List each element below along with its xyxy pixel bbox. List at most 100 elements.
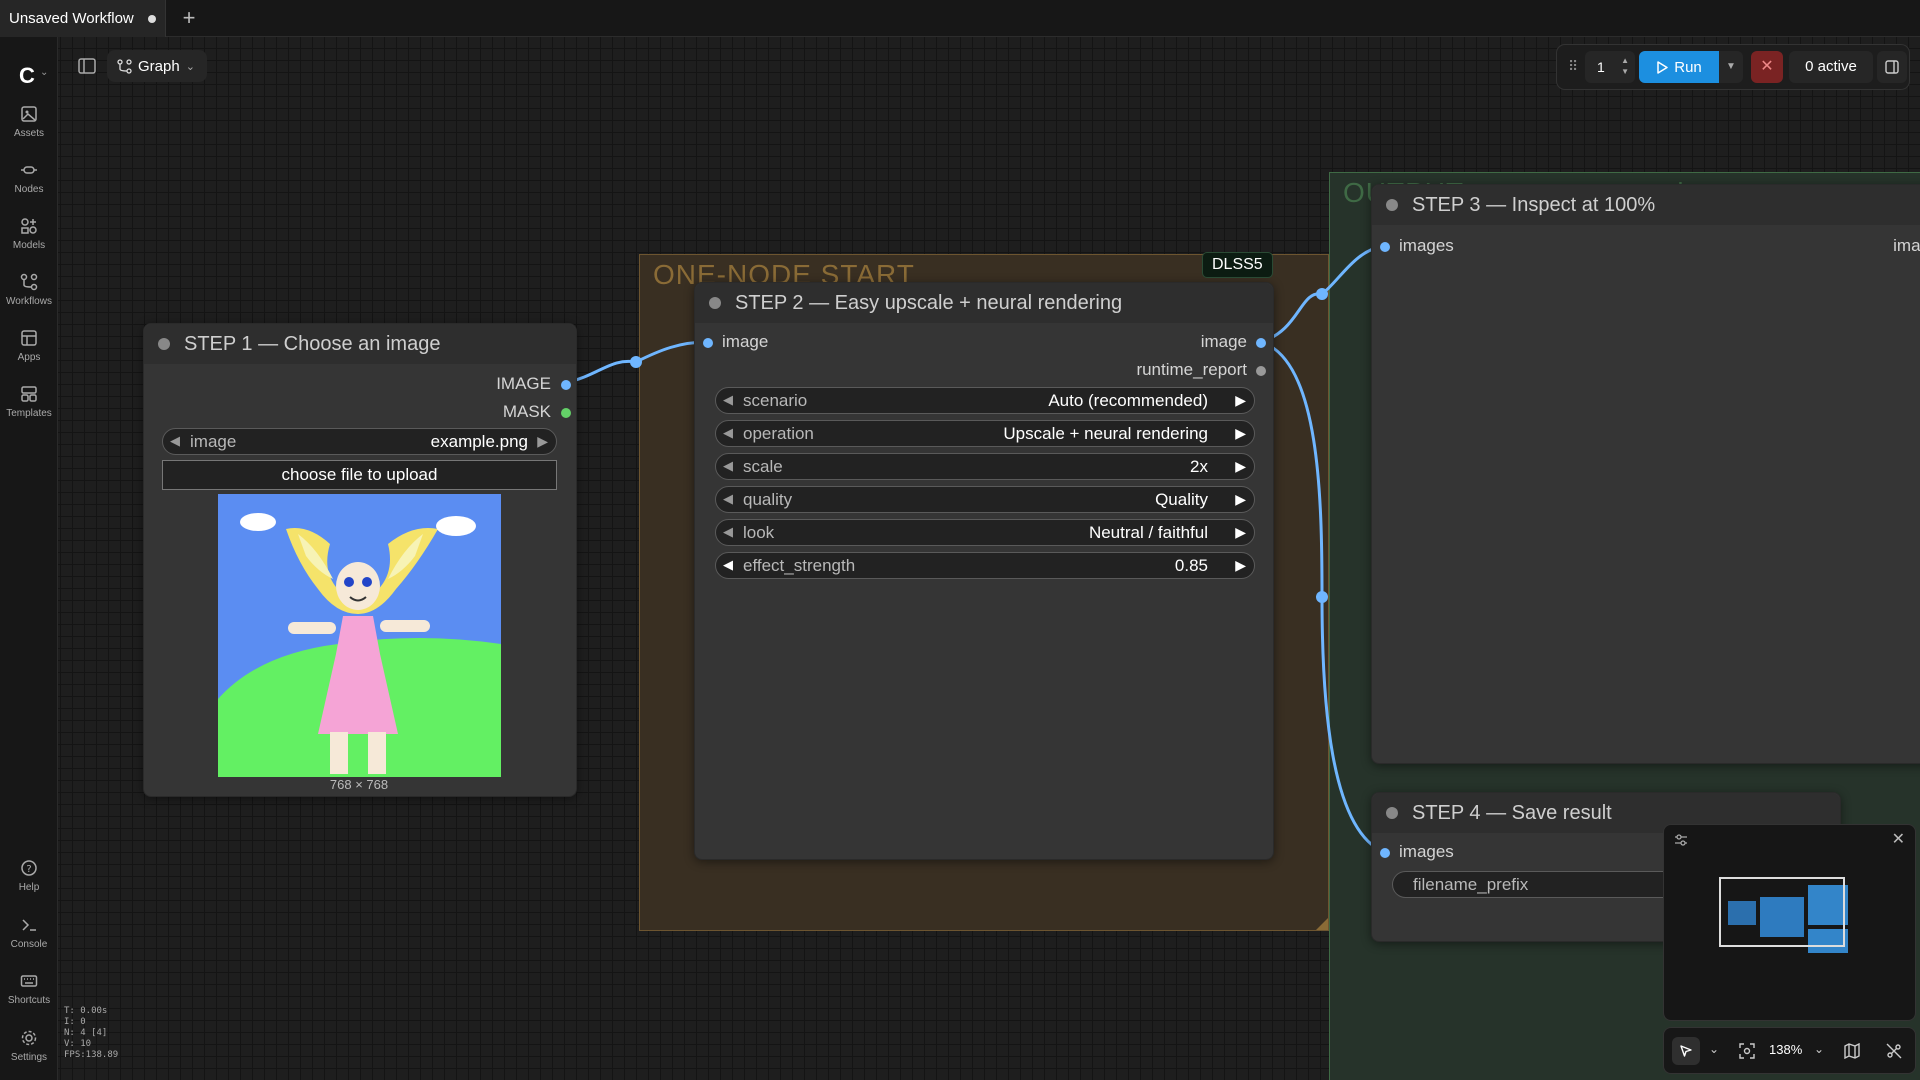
batch-count-input[interactable]: 1 ▲ ▼ (1585, 51, 1635, 83)
image-icon (21, 106, 37, 122)
tab-bar: Unsaved Workflow + (0, 0, 1920, 37)
drag-handle-icon[interactable]: ⠿ (1568, 58, 1578, 75)
node-step2[interactable]: STEP 2 — Easy upscale + neural rendering… (694, 282, 1274, 860)
minimap-viewport[interactable] (1719, 877, 1845, 947)
output-slot-mask[interactable] (561, 408, 571, 418)
sidebar-item-shortcuts[interactable]: Shortcuts (0, 972, 58, 1006)
hide-links-icon[interactable] (1886, 1043, 1902, 1059)
sidebar-item-workflows[interactable]: Workflows (0, 273, 58, 307)
question-icon: ? (21, 860, 37, 876)
widget-value: Upscale + neural rendering (1003, 424, 1208, 443)
arrow-right-icon[interactable]: ▶ (1235, 491, 1246, 508)
flow-icon (20, 273, 38, 291)
panel-toggle-icon[interactable] (77, 57, 97, 75)
sidebar-item-nodes[interactable]: Nodes (0, 161, 58, 195)
close-icon[interactable]: ✕ (1892, 829, 1905, 849)
output-slot-image[interactable] (1256, 338, 1266, 348)
minimap-toggle-icon[interactable] (1844, 1043, 1860, 1059)
cancel-run-button[interactable]: ✕ (1751, 51, 1783, 83)
cursor-icon (1680, 1045, 1692, 1057)
sidebar-item-assets[interactable]: Assets (0, 105, 58, 139)
widget-value: Quality (1155, 490, 1208, 509)
scenario-combo-widget[interactable]: ◀ scenario Auto (recommended) ▶ (715, 387, 1255, 414)
stat-nodes: N: 4 [4] (64, 1028, 108, 1038)
plug-icon (21, 166, 37, 174)
active-queue-button[interactable]: 0 active (1789, 51, 1873, 83)
chevron-down-icon: ⌄ (185, 60, 195, 73)
output-label-image: image (1200, 332, 1247, 351)
node-title[interactable]: STEP 2 — Easy upscale + neural rendering (695, 283, 1273, 323)
view-mode-selector[interactable]: Graph ⌄ (107, 50, 207, 82)
node-step3[interactable]: STEP 3 — Inspect at 100% images imag (1371, 184, 1920, 764)
zoom-level[interactable]: 138% (1769, 1042, 1802, 1057)
workflow-tab[interactable]: Unsaved Workflow (0, 0, 166, 37)
chevron-down-icon[interactable]: ⌄ (40, 67, 48, 78)
arrow-left-icon[interactable]: ◀ (723, 458, 733, 474)
sidebar-label: Apps (17, 352, 41, 363)
output-label-mask: MASK (502, 402, 551, 421)
group-resize-handle[interactable] (1316, 918, 1328, 930)
sidebar-item-console[interactable]: Console (0, 916, 58, 950)
quality-combo-widget[interactable]: ◀ quality Quality ▶ (715, 486, 1255, 513)
output-slot-image[interactable] (561, 380, 571, 390)
sidebar-item-settings[interactable]: Settings (0, 1029, 58, 1063)
widget-name: quality (743, 490, 793, 509)
run-button[interactable]: Run (1639, 51, 1719, 83)
select-tool-button[interactable] (1672, 1037, 1700, 1065)
chevron-down-icon[interactable]: ⌄ (1814, 1042, 1824, 1056)
arrow-left-icon[interactable]: ◀ (723, 425, 733, 441)
stat-fps: FPS:138.89 (64, 1050, 119, 1060)
image-preview (218, 494, 501, 777)
chevron-down-icon[interactable]: ⌄ (1709, 1042, 1719, 1056)
effect-strength-number-widget[interactable]: ◀ effect_strength 0.85 ▶ (715, 552, 1255, 579)
arrow-right-icon[interactable]: ▶ (1235, 458, 1246, 475)
input-label-image: image (722, 332, 769, 351)
sidebar-label: Settings (10, 1052, 48, 1063)
decrement-icon[interactable]: ◀ (723, 557, 733, 573)
arrow-left-icon[interactable]: ◀ (723, 524, 733, 540)
comfy-logo-icon[interactable]: C (19, 63, 35, 89)
keyboard-icon (20, 975, 38, 987)
look-combo-widget[interactable]: ◀ look Neutral / faithful ▶ (715, 519, 1255, 546)
input-slot-images[interactable] (1380, 242, 1390, 252)
sidebar-item-templates[interactable]: Templates (0, 385, 58, 419)
node-title-text: STEP 4 — Save result (1412, 801, 1612, 824)
arrow-right-icon[interactable]: ▶ (1235, 425, 1246, 442)
minimap[interactable]: ✕ (1663, 824, 1916, 1021)
sliders-icon[interactable] (1674, 833, 1688, 847)
perf-stats: T: 0.00s I: 0 N: 4 [4] V: 10 FPS:138.89 (64, 1006, 118, 1061)
arrow-left-icon[interactable]: ◀ (723, 392, 733, 408)
grid-icon (21, 330, 37, 346)
sidebar-item-help[interactable]: ? Help (0, 859, 58, 893)
play-icon (1657, 60, 1668, 74)
fit-view-icon[interactable] (1739, 1043, 1755, 1059)
stepper-arrows-icon[interactable]: ▲ ▼ (1621, 55, 1629, 77)
new-tab-button[interactable]: + (176, 4, 202, 32)
sidebar: C ⌄ Assets Nodes Models Workflows Apps T… (0, 37, 58, 1080)
increment-icon[interactable]: ▶ (1235, 557, 1246, 574)
node-title[interactable]: STEP 3 — Inspect at 100% (1372, 185, 1920, 225)
widget-name: filename_prefix (1413, 875, 1529, 894)
image-dimensions: 768 × 768 (329, 777, 389, 792)
arrow-right-icon[interactable]: ▶ (1235, 392, 1246, 409)
input-slot-image[interactable] (703, 338, 713, 348)
widget-value: 2x (1190, 457, 1208, 476)
sidebar-item-apps[interactable]: Apps (0, 329, 58, 363)
widget-name: scenario (743, 391, 808, 410)
right-panel-toggle-icon[interactable] (1877, 51, 1907, 83)
scale-combo-widget[interactable]: ◀ scale 2x ▶ (715, 453, 1255, 480)
widget-name: operation (743, 424, 814, 443)
sidebar-item-models[interactable]: Models (0, 217, 58, 251)
output-slot-runtime-report[interactable] (1256, 366, 1266, 376)
arrow-left-icon[interactable]: ◀ (170, 433, 180, 449)
operation-combo-widget[interactable]: ◀ operation Upscale + neural rendering ▶ (715, 420, 1255, 447)
input-slot-images[interactable] (1380, 848, 1390, 858)
widget-value: example.png (430, 432, 528, 451)
arrow-right-icon[interactable]: ▶ (1235, 524, 1246, 541)
arrow-right-icon[interactable]: ▶ (537, 433, 548, 450)
node-title[interactable]: STEP 1 — Choose an image (144, 324, 576, 364)
upload-button[interactable]: choose file to upload (162, 460, 557, 490)
image-combo-widget[interactable]: ◀ image example.png ▶ (162, 428, 557, 455)
arrow-left-icon[interactable]: ◀ (723, 491, 733, 507)
run-options-chevron-icon[interactable]: ▼ (1719, 51, 1743, 83)
